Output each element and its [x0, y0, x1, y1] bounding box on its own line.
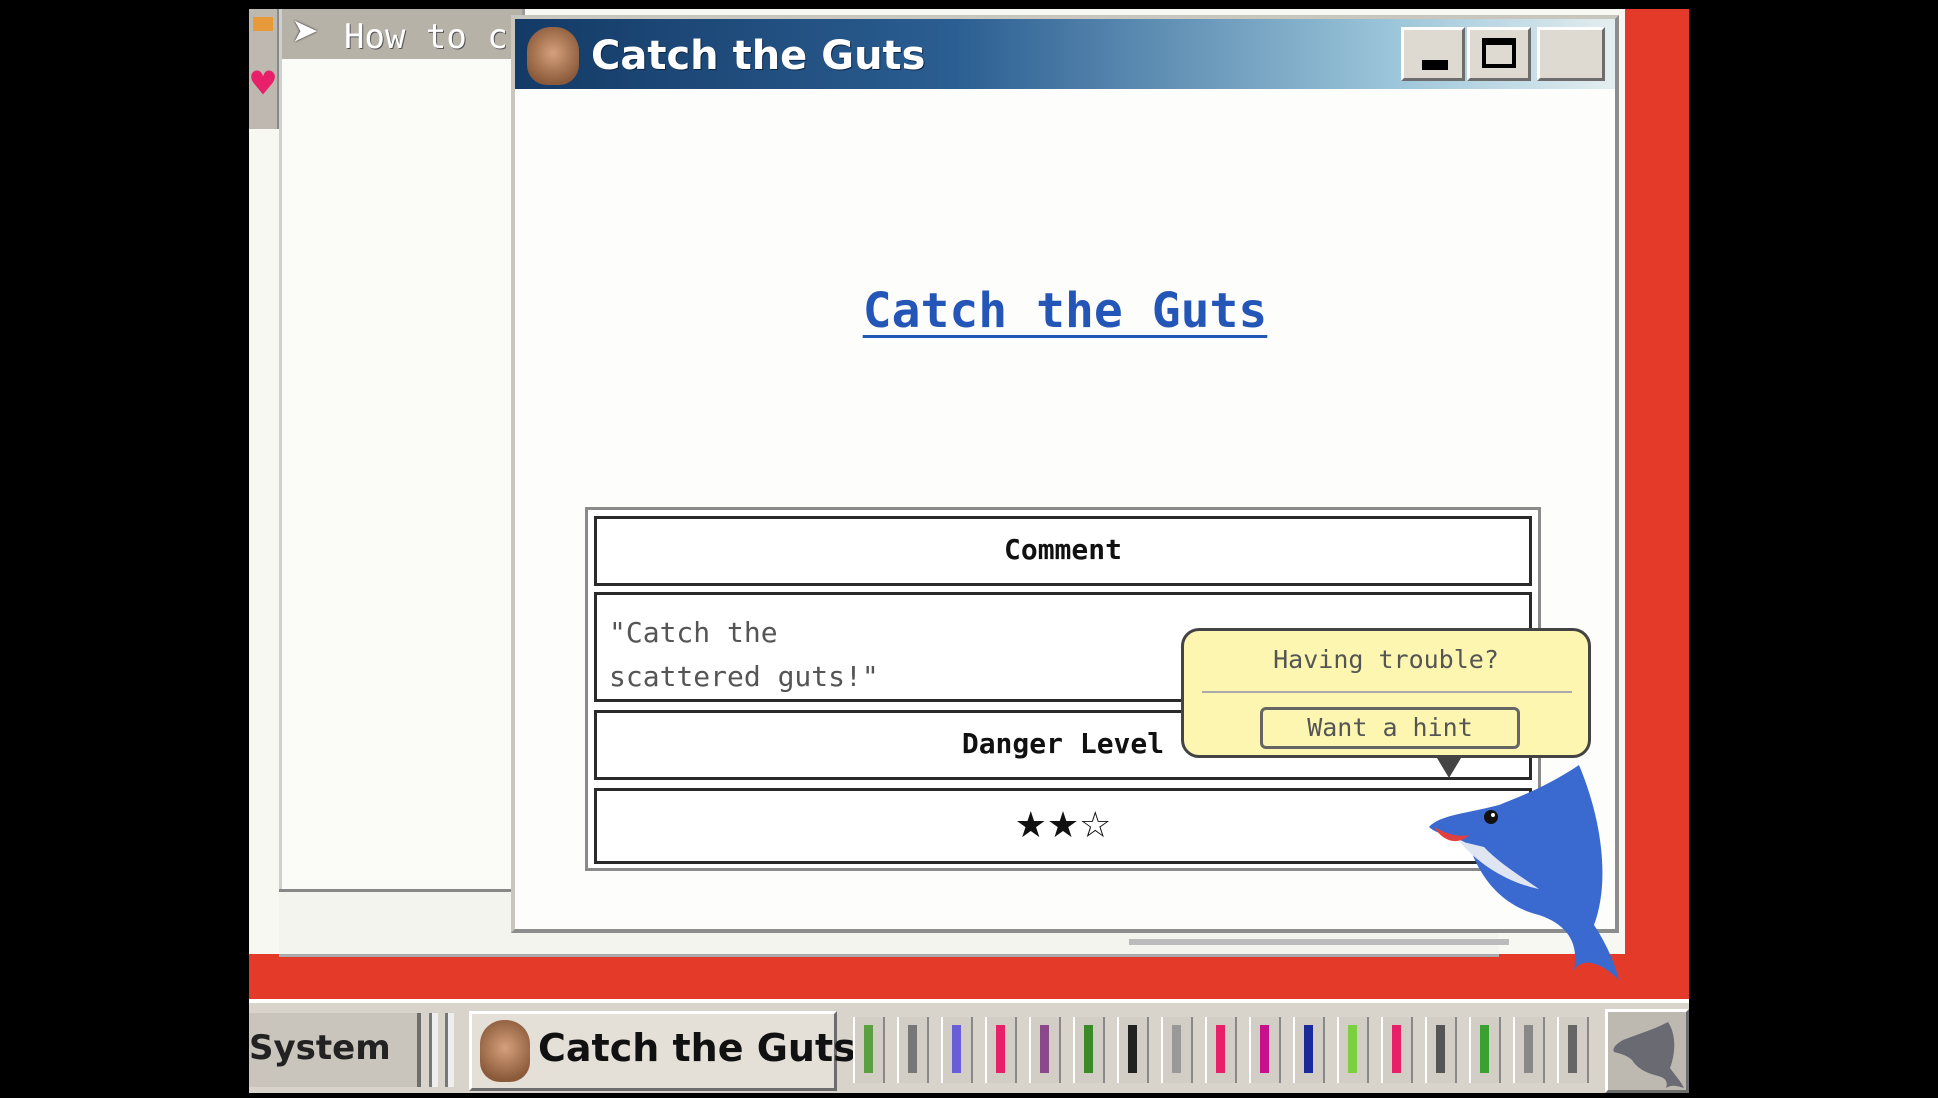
- desktop: ♥ ➤ How to c Catch the Guts Catch the Gu…: [249, 9, 1689, 1093]
- taskbar-tray-item[interactable]: [985, 1017, 1017, 1083]
- guts-face-icon: [480, 1020, 530, 1082]
- taskbar-tray-item[interactable]: [1205, 1017, 1237, 1083]
- tray-app-icon: [864, 1025, 873, 1073]
- minimize-button[interactable]: [1401, 27, 1465, 81]
- background-window-titlebar[interactable]: ➤ How to c: [282, 9, 522, 59]
- background-window-edge[interactable]: ♥: [249, 9, 279, 129]
- tray-app-icon: [1216, 1025, 1225, 1073]
- tray-app-icon: [1304, 1025, 1313, 1073]
- folder-icon: [253, 17, 273, 31]
- taskbar-separator: [445, 1013, 454, 1087]
- cursor-icon: ➤: [292, 9, 320, 59]
- close-button[interactable]: [1537, 27, 1605, 81]
- comment-header: Comment: [594, 516, 1532, 586]
- taskbar-tray-item[interactable]: [1381, 1017, 1413, 1083]
- tray-app-icon: [1480, 1025, 1489, 1073]
- tray-app-icon: [1568, 1025, 1577, 1073]
- assistant-question: Having trouble?: [1273, 645, 1499, 674]
- bubble-divider: [1202, 691, 1572, 693]
- minimize-icon: [1422, 60, 1448, 70]
- main-window-titlebar[interactable]: Catch the Guts: [515, 19, 1615, 89]
- tray-app-icon: [1172, 1025, 1181, 1073]
- taskbar-task-catch-the-guts[interactable]: Catch the Guts: [469, 1011, 856, 1091]
- tray-app-icon: [1524, 1025, 1533, 1073]
- taskbar-tray-item[interactable]: [1425, 1017, 1457, 1083]
- tray-app-icon: [1392, 1025, 1401, 1073]
- danger-level-stars: ★★☆: [594, 788, 1532, 864]
- tray-app-icon: [1436, 1025, 1445, 1073]
- page-heading-link[interactable]: Catch the Guts: [863, 283, 1268, 339]
- main-window-title: Catch the Guts: [591, 33, 926, 79]
- taskbar-tray-item[interactable]: [1293, 1017, 1325, 1083]
- assistant-bubble: Having trouble? Want a hint: [1181, 628, 1591, 758]
- taskbar-task-label: Catch the Guts: [538, 1026, 856, 1070]
- taskbar-tray-item[interactable]: [941, 1017, 973, 1083]
- taskbar-tray-item[interactable]: [1029, 1017, 1061, 1083]
- tray-app-icon: [1040, 1025, 1049, 1073]
- taskbar-tray-item[interactable]: [1337, 1017, 1369, 1083]
- background-window[interactable]: ➤ How to c: [279, 9, 525, 889]
- tray-app-icon: [1128, 1025, 1137, 1073]
- maximize-icon: [1482, 38, 1516, 68]
- taskbar-tray-item[interactable]: [897, 1017, 929, 1083]
- tray-app-icon: [1348, 1025, 1357, 1073]
- tray-app-icon: [908, 1025, 917, 1073]
- taskbar-tray-item[interactable]: [1161, 1017, 1193, 1083]
- page-heading-wrap: Catch the Guts: [515, 283, 1615, 339]
- tray-app-icon: [952, 1025, 961, 1073]
- taskbar-tray-item[interactable]: [853, 1017, 885, 1083]
- taskbar-dolphin-button[interactable]: [1605, 1009, 1689, 1093]
- guts-face-icon: [527, 27, 579, 85]
- tray-app-icon: [996, 1025, 1005, 1073]
- dolphin-icon: [1613, 1022, 1684, 1088]
- maximize-button[interactable]: [1467, 27, 1531, 81]
- system-button[interactable]: System: [249, 1013, 421, 1087]
- want-hint-button[interactable]: Want a hint: [1260, 707, 1520, 749]
- desktop-background-right: [1625, 9, 1689, 997]
- heart-icon: ♥: [251, 61, 276, 107]
- taskbar-tray-item[interactable]: [1557, 1017, 1589, 1083]
- taskbar-separator: [429, 1013, 438, 1087]
- taskbar-tray-item[interactable]: [1117, 1017, 1149, 1083]
- background-window-title: How to c: [344, 17, 508, 57]
- taskbar-tray-item[interactable]: [1469, 1017, 1501, 1083]
- taskbar-tray-item[interactable]: [1073, 1017, 1105, 1083]
- dolphin-assistant-icon[interactable]: [1429, 765, 1629, 985]
- taskbar-tray-item[interactable]: [1513, 1017, 1545, 1083]
- tray-app-icon: [1260, 1025, 1269, 1073]
- taskbar-tray-item[interactable]: [1249, 1017, 1281, 1083]
- taskbar: System Catch the Guts: [249, 999, 1689, 1093]
- tray-app-icon: [1084, 1025, 1093, 1073]
